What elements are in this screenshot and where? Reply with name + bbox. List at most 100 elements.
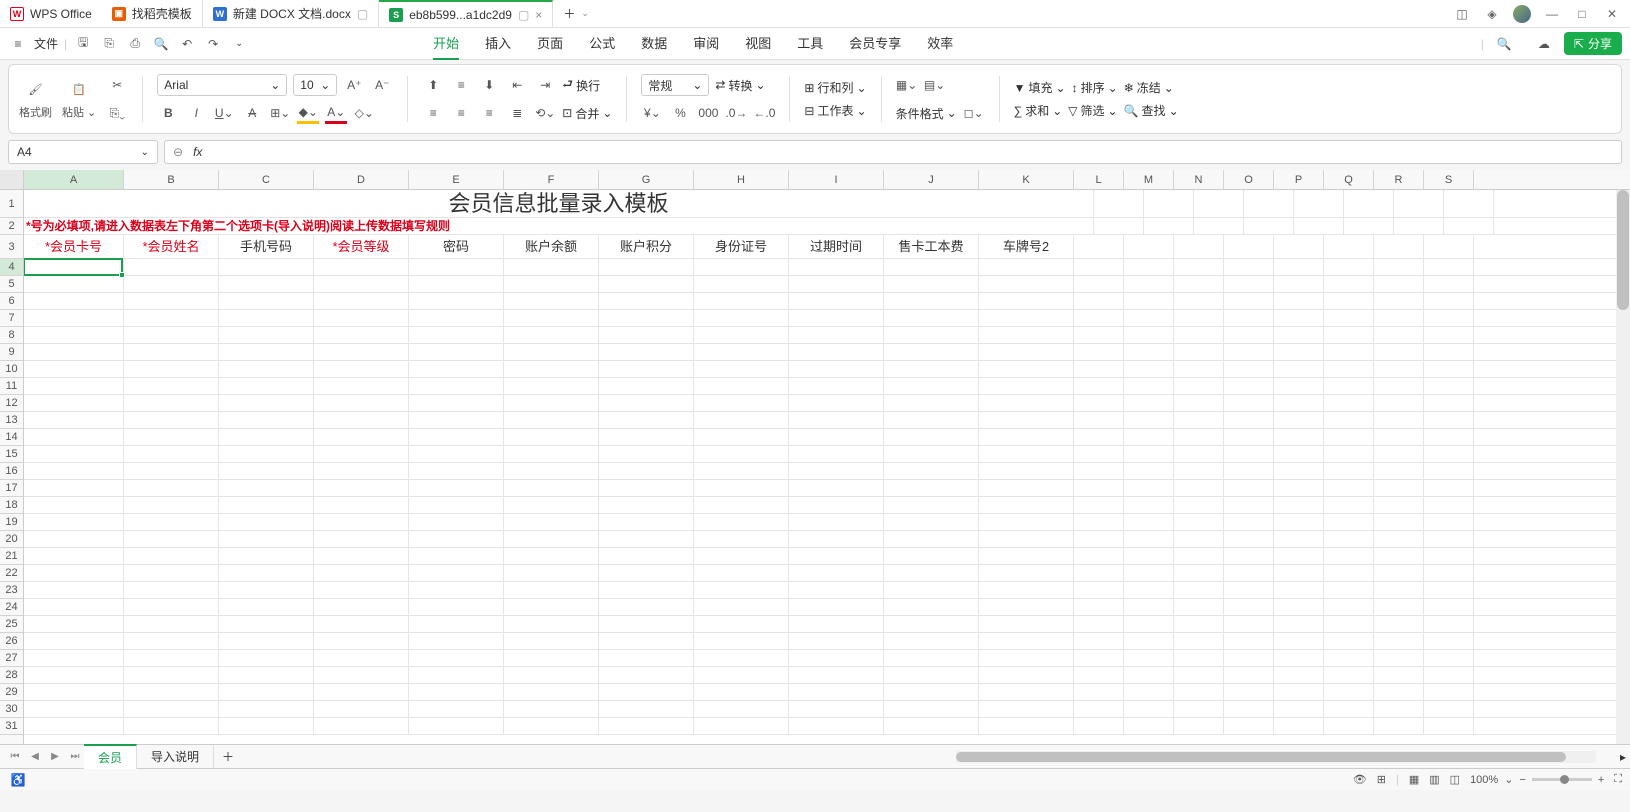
cell[interactable] [1424, 514, 1474, 530]
bold-icon[interactable]: B [157, 102, 179, 124]
cell[interactable] [1424, 582, 1474, 598]
cell[interactable] [1424, 310, 1474, 326]
col-header-C[interactable]: C [219, 170, 314, 189]
cell[interactable] [979, 463, 1074, 479]
cell[interactable] [409, 633, 504, 649]
header-cell[interactable]: *会员姓名 [124, 235, 219, 258]
cell[interactable] [219, 259, 314, 275]
cell[interactable] [409, 463, 504, 479]
cell[interactable] [884, 378, 979, 394]
row-header-18[interactable]: 18 [0, 497, 23, 514]
find-button[interactable]: 🔍 查找 ⌄ [1124, 102, 1179, 119]
cell[interactable] [1224, 514, 1274, 530]
col-header-R[interactable]: R [1374, 170, 1424, 189]
cell[interactable] [1424, 701, 1474, 717]
cell[interactable] [504, 667, 599, 683]
cell[interactable] [1074, 667, 1124, 683]
paste-icon[interactable]: 📋 [68, 78, 90, 100]
cell[interactable] [1174, 327, 1224, 343]
cell[interactable] [599, 446, 694, 462]
cell[interactable] [1324, 395, 1374, 411]
cell[interactable] [979, 293, 1074, 309]
header-cell[interactable]: 过期时间 [789, 235, 884, 258]
zoom-in-icon[interactable]: + [1598, 774, 1604, 786]
cell[interactable] [1124, 276, 1174, 292]
cell[interactable] [979, 599, 1074, 615]
align-bottom-icon[interactable]: ⬇ [478, 74, 500, 96]
cell[interactable] [24, 616, 124, 632]
cell[interactable] [1074, 650, 1124, 666]
cell[interactable] [504, 701, 599, 717]
sheet-nav-next[interactable]: ▶ [46, 748, 64, 766]
cell[interactable] [1074, 497, 1124, 513]
cell[interactable] [1324, 667, 1374, 683]
cell[interactable] [1124, 565, 1174, 581]
cell[interactable] [1174, 446, 1224, 462]
cell[interactable] [124, 446, 219, 462]
cell[interactable] [789, 633, 884, 649]
worksheet-button[interactable]: ⊟ 工作表 ⌄ [804, 102, 866, 119]
cell[interactable] [694, 667, 789, 683]
cell[interactable] [1124, 718, 1174, 734]
cell[interactable] [1274, 633, 1324, 649]
cell[interactable] [1124, 667, 1174, 683]
cell[interactable] [1124, 344, 1174, 360]
cell[interactable] [979, 582, 1074, 598]
cell[interactable] [219, 616, 314, 632]
cell[interactable] [219, 633, 314, 649]
cell[interactable] [1424, 633, 1474, 649]
view-normal-icon[interactable]: ▦ [1409, 773, 1419, 786]
currency-icon[interactable]: ¥⌄ [641, 102, 663, 124]
cell[interactable] [1174, 293, 1224, 309]
cell[interactable] [1224, 446, 1274, 462]
menu-review[interactable]: 审阅 [693, 27, 719, 60]
cell[interactable] [599, 667, 694, 683]
header-cell[interactable]: 身份证号 [694, 235, 789, 258]
cell[interactable] [1124, 599, 1174, 615]
cell[interactable] [1074, 565, 1124, 581]
cell[interactable] [1074, 429, 1124, 445]
row-header-6[interactable]: 6 [0, 293, 23, 310]
undo-icon[interactable]: ↶ [177, 34, 197, 54]
cell[interactable] [1224, 327, 1274, 343]
cell[interactable] [599, 599, 694, 615]
cell[interactable] [1424, 429, 1474, 445]
cell[interactable] [694, 701, 789, 717]
cell[interactable] [1424, 531, 1474, 547]
cell[interactable] [1324, 599, 1374, 615]
menu-vip[interactable]: 会员专享 [849, 27, 901, 60]
scroll-thumb[interactable] [1617, 190, 1629, 310]
cell[interactable] [504, 531, 599, 547]
cell[interactable] [314, 446, 409, 462]
cell[interactable] [1424, 276, 1474, 292]
condfmt-button[interactable]: 条件格式 ⌄ [896, 105, 957, 122]
cell[interactable] [124, 310, 219, 326]
cell[interactable] [1074, 548, 1124, 564]
cell[interactable] [694, 548, 789, 564]
cell[interactable] [24, 667, 124, 683]
align-justify-icon[interactable]: ≣ [506, 102, 528, 124]
cell[interactable] [1174, 667, 1224, 683]
cell[interactable] [1124, 531, 1174, 547]
menu-insert[interactable]: 插入 [485, 27, 511, 60]
cell[interactable] [1124, 293, 1174, 309]
cell[interactable] [314, 684, 409, 700]
menu-start[interactable]: 开始 [433, 27, 459, 60]
cell[interactable] [979, 650, 1074, 666]
cell[interactable] [694, 395, 789, 411]
minimize-button[interactable]: — [1538, 2, 1566, 26]
cell[interactable] [1074, 395, 1124, 411]
underline-icon[interactable]: U⌄ [213, 102, 235, 124]
cell[interactable] [314, 599, 409, 615]
font-color-icon[interactable]: A⌄ [325, 102, 347, 124]
preview-icon[interactable]: 🔍 [151, 34, 171, 54]
cell[interactable] [789, 531, 884, 547]
cell[interactable] [789, 514, 884, 530]
cell[interactable] [1424, 718, 1474, 734]
cell[interactable] [1224, 599, 1274, 615]
cell-style-icon[interactable]: ◻⌄ [963, 102, 985, 124]
cube-icon[interactable]: ◈ [1478, 2, 1506, 26]
font-size-combo[interactable]: 10⌄ [293, 74, 337, 96]
cell[interactable] [124, 650, 219, 666]
cell[interactable] [1224, 429, 1274, 445]
